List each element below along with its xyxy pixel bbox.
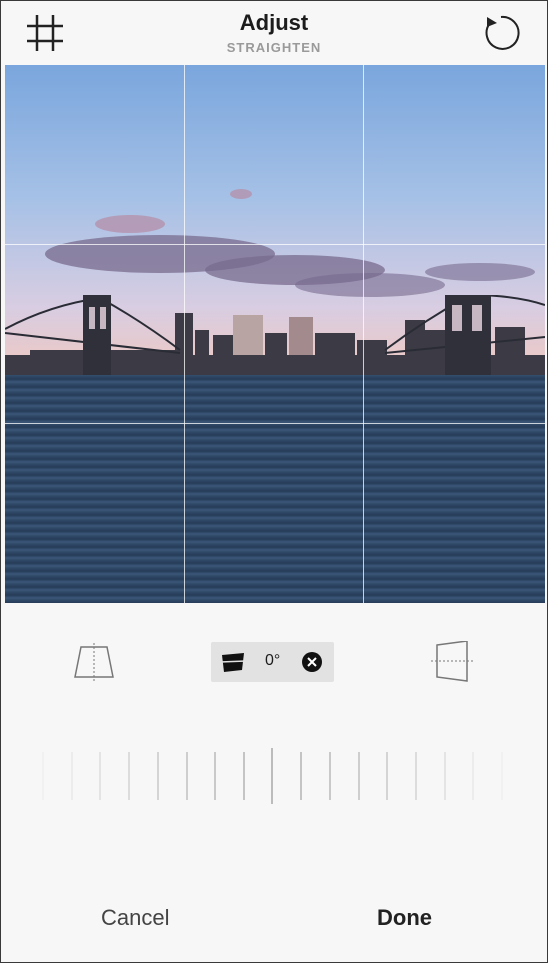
grid-guide-line (5, 423, 545, 424)
header: Adjust STRAIGHTEN (1, 1, 547, 65)
angle-ruler-slider[interactable] (41, 748, 507, 808)
cloud (425, 263, 535, 281)
cloud (230, 189, 252, 199)
page-subtitle: STRAIGHTEN (226, 40, 322, 55)
cloud (95, 215, 165, 233)
grid-guide-line (363, 65, 364, 603)
done-button[interactable]: Done (377, 905, 432, 931)
app-window: Adjust STRAIGHTEN 0° Cancel Done (0, 0, 548, 963)
straighten-icon (220, 653, 246, 672)
adjust-controls: 0° Cancel Done (1, 603, 547, 962)
photo-canvas[interactable] (5, 65, 545, 603)
clear-angle-icon[interactable] (301, 651, 323, 673)
grid-guide-line (184, 65, 185, 603)
vertical-perspective-icon[interactable] (73, 643, 115, 683)
reset-rotate-icon[interactable] (481, 13, 521, 53)
cloud (295, 273, 445, 297)
straighten-angle-value: 0° (265, 652, 281, 669)
river-water (5, 375, 545, 603)
cancel-button[interactable]: Cancel (101, 905, 169, 931)
grid-guide-line (5, 244, 545, 245)
straighten-control[interactable]: 0° (211, 642, 334, 682)
city-skyline (5, 295, 545, 380)
page-title: Adjust (239, 10, 309, 35)
horizontal-perspective-icon[interactable] (431, 641, 475, 683)
